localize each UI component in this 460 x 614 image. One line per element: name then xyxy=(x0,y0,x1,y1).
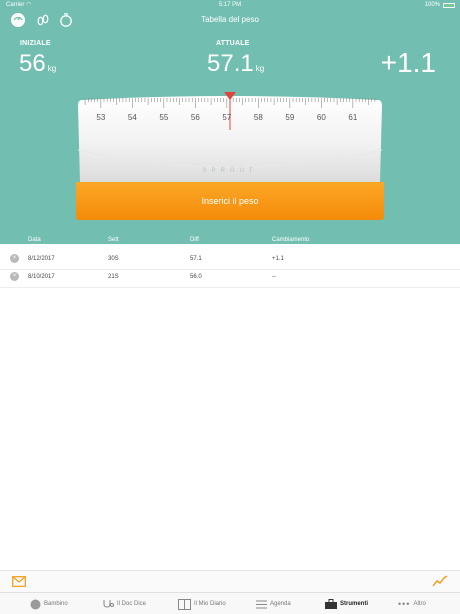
more-icon: ••• xyxy=(398,599,411,609)
current-weight-value: 57.1 xyxy=(207,50,254,77)
tab-agenda[interactable]: Agenda xyxy=(256,593,291,614)
scale-tick-label: 60 xyxy=(316,113,326,122)
weight-difference: +1.1 xyxy=(380,47,436,78)
tab-bar: Bambino Il Doc Dice Il Mio Diario Agenda… xyxy=(0,592,460,614)
initial-weight: 56 kg xyxy=(19,50,56,78)
initial-weight-label: INIZIALE xyxy=(20,40,51,47)
tab-label: Il Mio Diario xyxy=(194,601,226,607)
row-diff: 57.1 xyxy=(190,256,202,262)
scale-tick-label: 61 xyxy=(348,113,358,122)
row-diff: 56.0 xyxy=(190,274,202,280)
table-row[interactable]: × 8/10/2017 21S 56.0 -- xyxy=(0,266,460,288)
bottom-toolbar xyxy=(0,570,460,592)
current-weight-unit: kg xyxy=(255,64,265,73)
delete-icon[interactable]: × xyxy=(10,254,19,263)
list-icon xyxy=(256,600,267,608)
scale-tick-label: 58 xyxy=(253,113,263,122)
tab-label: Bambino xyxy=(44,601,68,607)
page-title: Tabella del peso xyxy=(201,15,259,24)
tab-label: Agenda xyxy=(270,601,291,607)
scale-tick-label: 57 xyxy=(222,113,232,122)
row-change: +1.1 xyxy=(272,256,284,262)
scale-tick-label: 54 xyxy=(127,113,137,122)
col-header-date: Data xyxy=(28,237,41,243)
current-weight: 57.1 kg xyxy=(207,50,264,78)
tab-label: Il Doc Dice xyxy=(117,601,147,607)
baby-icon xyxy=(30,599,41,609)
trend-chart-icon[interactable] xyxy=(432,575,448,587)
delete-icon[interactable]: × xyxy=(10,272,19,281)
nav-bar: Tabella del peso xyxy=(0,10,460,30)
initial-weight-unit: kg xyxy=(47,64,57,73)
mail-icon[interactable] xyxy=(12,576,26,587)
current-weight-label: ATTUALE xyxy=(216,40,250,47)
row-week: 30S xyxy=(108,256,119,262)
battery-icon xyxy=(443,3,455,8)
scale-tick-label: 53 xyxy=(96,113,106,122)
scale-tick-label: 59 xyxy=(285,113,295,122)
scale-tick-label: 55 xyxy=(159,113,169,122)
tab-bambino[interactable]: Bambino xyxy=(30,593,68,614)
row-week: 21S xyxy=(108,274,119,280)
tab-label: Strumenti xyxy=(340,601,369,607)
toolbox-icon xyxy=(325,599,337,609)
enter-weight-button[interactable]: Inserici il peso xyxy=(76,182,384,220)
book-icon xyxy=(178,598,191,610)
initial-weight-value: 56 xyxy=(19,50,46,77)
col-header-change: Cambiamento xyxy=(272,237,310,243)
battery-percent: 100% xyxy=(424,2,440,8)
scale-tick-label: 56 xyxy=(190,113,200,122)
tab-doc[interactable]: Il Doc Dice xyxy=(102,593,146,614)
col-header-week: Sett xyxy=(108,237,119,243)
row-date: 8/12/2017 xyxy=(28,256,55,262)
scale-brand: SPROUT xyxy=(202,168,258,174)
tab-diary[interactable]: Il Mio Diario xyxy=(178,593,226,614)
tab-strumenti[interactable]: Strumenti xyxy=(325,593,368,614)
row-change: -- xyxy=(272,274,276,280)
col-header-diff: Diff xyxy=(190,237,199,243)
row-date: 8/10/2017 xyxy=(28,274,55,280)
tab-altro[interactable]: ••• Altro xyxy=(398,593,426,614)
stethoscope-icon xyxy=(103,599,114,608)
tab-label: Altro xyxy=(413,601,426,607)
clock: 5:17 PM xyxy=(218,2,242,8)
